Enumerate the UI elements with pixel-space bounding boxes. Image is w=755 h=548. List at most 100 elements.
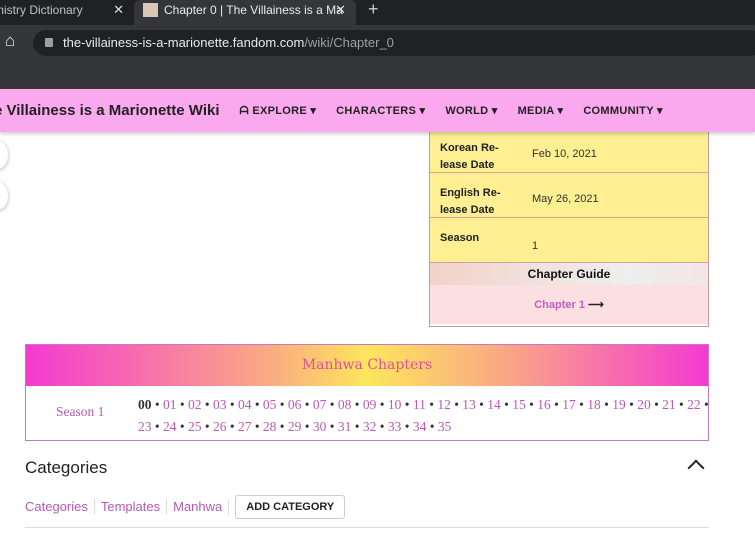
row-key: Korean Re-lease Date [440, 142, 499, 171]
row-value: 1 [532, 240, 539, 252]
separator: • [176, 419, 188, 434]
separator: • [401, 419, 413, 434]
address-bar-area: ⌂ the-villainess-is-a-marionette.fandom.… [0, 25, 755, 91]
chapter-link[interactable]: 33 [388, 419, 402, 434]
chapter-link[interactable]: 17 [562, 397, 576, 412]
separator: • [575, 397, 588, 412]
divider [25, 527, 709, 528]
season-1-link[interactable]: Season 1 [56, 404, 104, 420]
home-icon[interactable]: ⌂ [5, 31, 15, 51]
nav-characters[interactable]: CHARACTERS ▾ [336, 104, 425, 117]
chapter-link[interactable]: 34 [413, 419, 427, 434]
infobox-row-korean-release: Korean Re-lease Date Feb 10, 2021 [430, 128, 708, 173]
row-value: Feb 10, 2021 [532, 148, 597, 160]
chapter-link[interactable]: 07 [313, 397, 327, 412]
chapter-link[interactable]: 13 [462, 397, 476, 412]
chevron-up-icon[interactable] [687, 459, 705, 477]
nav-media[interactable]: MEDIA ▾ [518, 104, 564, 117]
arrow-right-icon: ⟶ [588, 299, 604, 311]
category-links: Categories Templates Manhwa ADD CATEGORY [25, 495, 346, 519]
separator: • [251, 419, 263, 434]
tab-chapter-0[interactable]: Chapter 0 | The Villainess is a Ma ✕ [134, 0, 356, 25]
explore-icon: ᗩ [239, 104, 253, 117]
chapter-link[interactable]: 05 [263, 397, 277, 412]
chapter-link[interactable]: 18 [587, 397, 601, 412]
chapter-link[interactable]: 32 [363, 419, 377, 434]
chapter-link[interactable]: 11 [413, 397, 426, 412]
chapter-link[interactable]: 03 [213, 397, 227, 412]
chapter-link[interactable]: 22 [687, 397, 701, 412]
chapter-link[interactable]: 31 [338, 419, 352, 434]
infobox-row-english-release: English Re-lease Date May 26, 2021 [430, 173, 708, 218]
chapter-link[interactable]: 28 [263, 419, 277, 434]
side-tool-button[interactable] [0, 141, 8, 169]
url-host: the-villainess-is-a-marionette.fandom.co… [63, 35, 305, 50]
chapter-link[interactable]: 06 [288, 397, 302, 412]
chapter-link[interactable]: 26 [213, 419, 227, 434]
chapter-link[interactable]: 12 [437, 397, 451, 412]
add-category-button[interactable]: ADD CATEGORY [235, 495, 346, 519]
separator: • [550, 397, 563, 412]
separator: • [226, 397, 238, 412]
chapter-link[interactable]: 15 [512, 397, 526, 412]
tab-mistry-dictionary[interactable]: mistry Dictionary ✕ [0, 0, 130, 25]
row-key: English Re-lease Date [440, 187, 501, 216]
close-icon[interactable]: ✕ [113, 0, 124, 20]
url-path: /wiki/Chapter_0 [304, 35, 394, 50]
separator: • [475, 397, 488, 412]
nav-world[interactable]: WORLD ▾ [445, 104, 497, 117]
wiki-nav: e Villainess is a Marionette Wiki ᗩ EXPL… [0, 89, 755, 132]
category-link[interactable]: Categories [25, 499, 95, 515]
lock-icon [45, 38, 53, 47]
chapter-link[interactable]: 14 [487, 397, 501, 412]
separator: • [675, 397, 688, 412]
separator: • [301, 419, 313, 434]
separator: • [276, 397, 288, 412]
nav-community[interactable]: COMMUNITY ▾ [583, 104, 663, 117]
chapter-link[interactable]: 25 [188, 419, 202, 434]
chapter-link[interactable]: 09 [363, 397, 377, 412]
separator: • [625, 397, 638, 412]
side-tool-button[interactable] [0, 182, 8, 210]
separator: • [251, 397, 263, 412]
chapter-link[interactable]: 19 [612, 397, 626, 412]
separator: • [500, 397, 513, 412]
chapter-link[interactable]: 23 [138, 419, 152, 434]
favicon-icon [143, 3, 158, 17]
chapter-link[interactable]: 16 [537, 397, 551, 412]
separator: • [700, 397, 709, 412]
separator: • [201, 397, 213, 412]
new-tab-button[interactable]: + [368, 0, 379, 20]
chapter-guide-header: Chapter Guide [430, 263, 708, 285]
chapter-link[interactable]: 01 [163, 397, 177, 412]
chapter-link[interactable]: 04 [238, 397, 252, 412]
separator: • [450, 397, 463, 412]
separator: • [351, 419, 363, 434]
chapter-link[interactable]: 20 [637, 397, 651, 412]
row-key: Season [440, 232, 480, 244]
chapter-link[interactable]: 10 [388, 397, 402, 412]
separator: • [176, 397, 188, 412]
separator: • [650, 397, 663, 412]
next-chapter-link[interactable]: Chapter 1 ⟶ [430, 285, 708, 324]
chapter-link[interactable]: 08 [338, 397, 352, 412]
nav-explore[interactable]: ᗩ EXPLORE ▾ [240, 104, 317, 118]
chapter-link[interactable]: 27 [238, 419, 252, 434]
separator: • [351, 397, 363, 412]
close-icon[interactable]: ✕ [335, 0, 346, 20]
url-input[interactable]: the-villainess-is-a-marionette.fandom.co… [33, 30, 755, 56]
chapter-link[interactable]: 24 [163, 419, 177, 434]
separator: • [151, 419, 163, 434]
category-link[interactable]: Manhwa [167, 499, 230, 515]
separator: • [401, 397, 413, 412]
chapter-link[interactable]: 30 [313, 419, 327, 434]
chapter-link[interactable]: 21 [662, 397, 676, 412]
manhwa-chapters-navbox: Manhwa Chapters Season 1 00 • 01 • 02 • … [25, 344, 709, 441]
category-link[interactable]: Templates [95, 499, 168, 515]
chapter-link[interactable]: 29 [288, 419, 302, 434]
chapter-link[interactable]: 35 [438, 419, 452, 434]
current-chapter: 00 [138, 397, 152, 412]
wiki-name-link[interactable]: e Villainess is a Marionette Wiki [0, 102, 220, 119]
nav-label: EXPLORE ▾ [252, 104, 317, 117]
chapter-link[interactable]: 02 [188, 397, 202, 412]
